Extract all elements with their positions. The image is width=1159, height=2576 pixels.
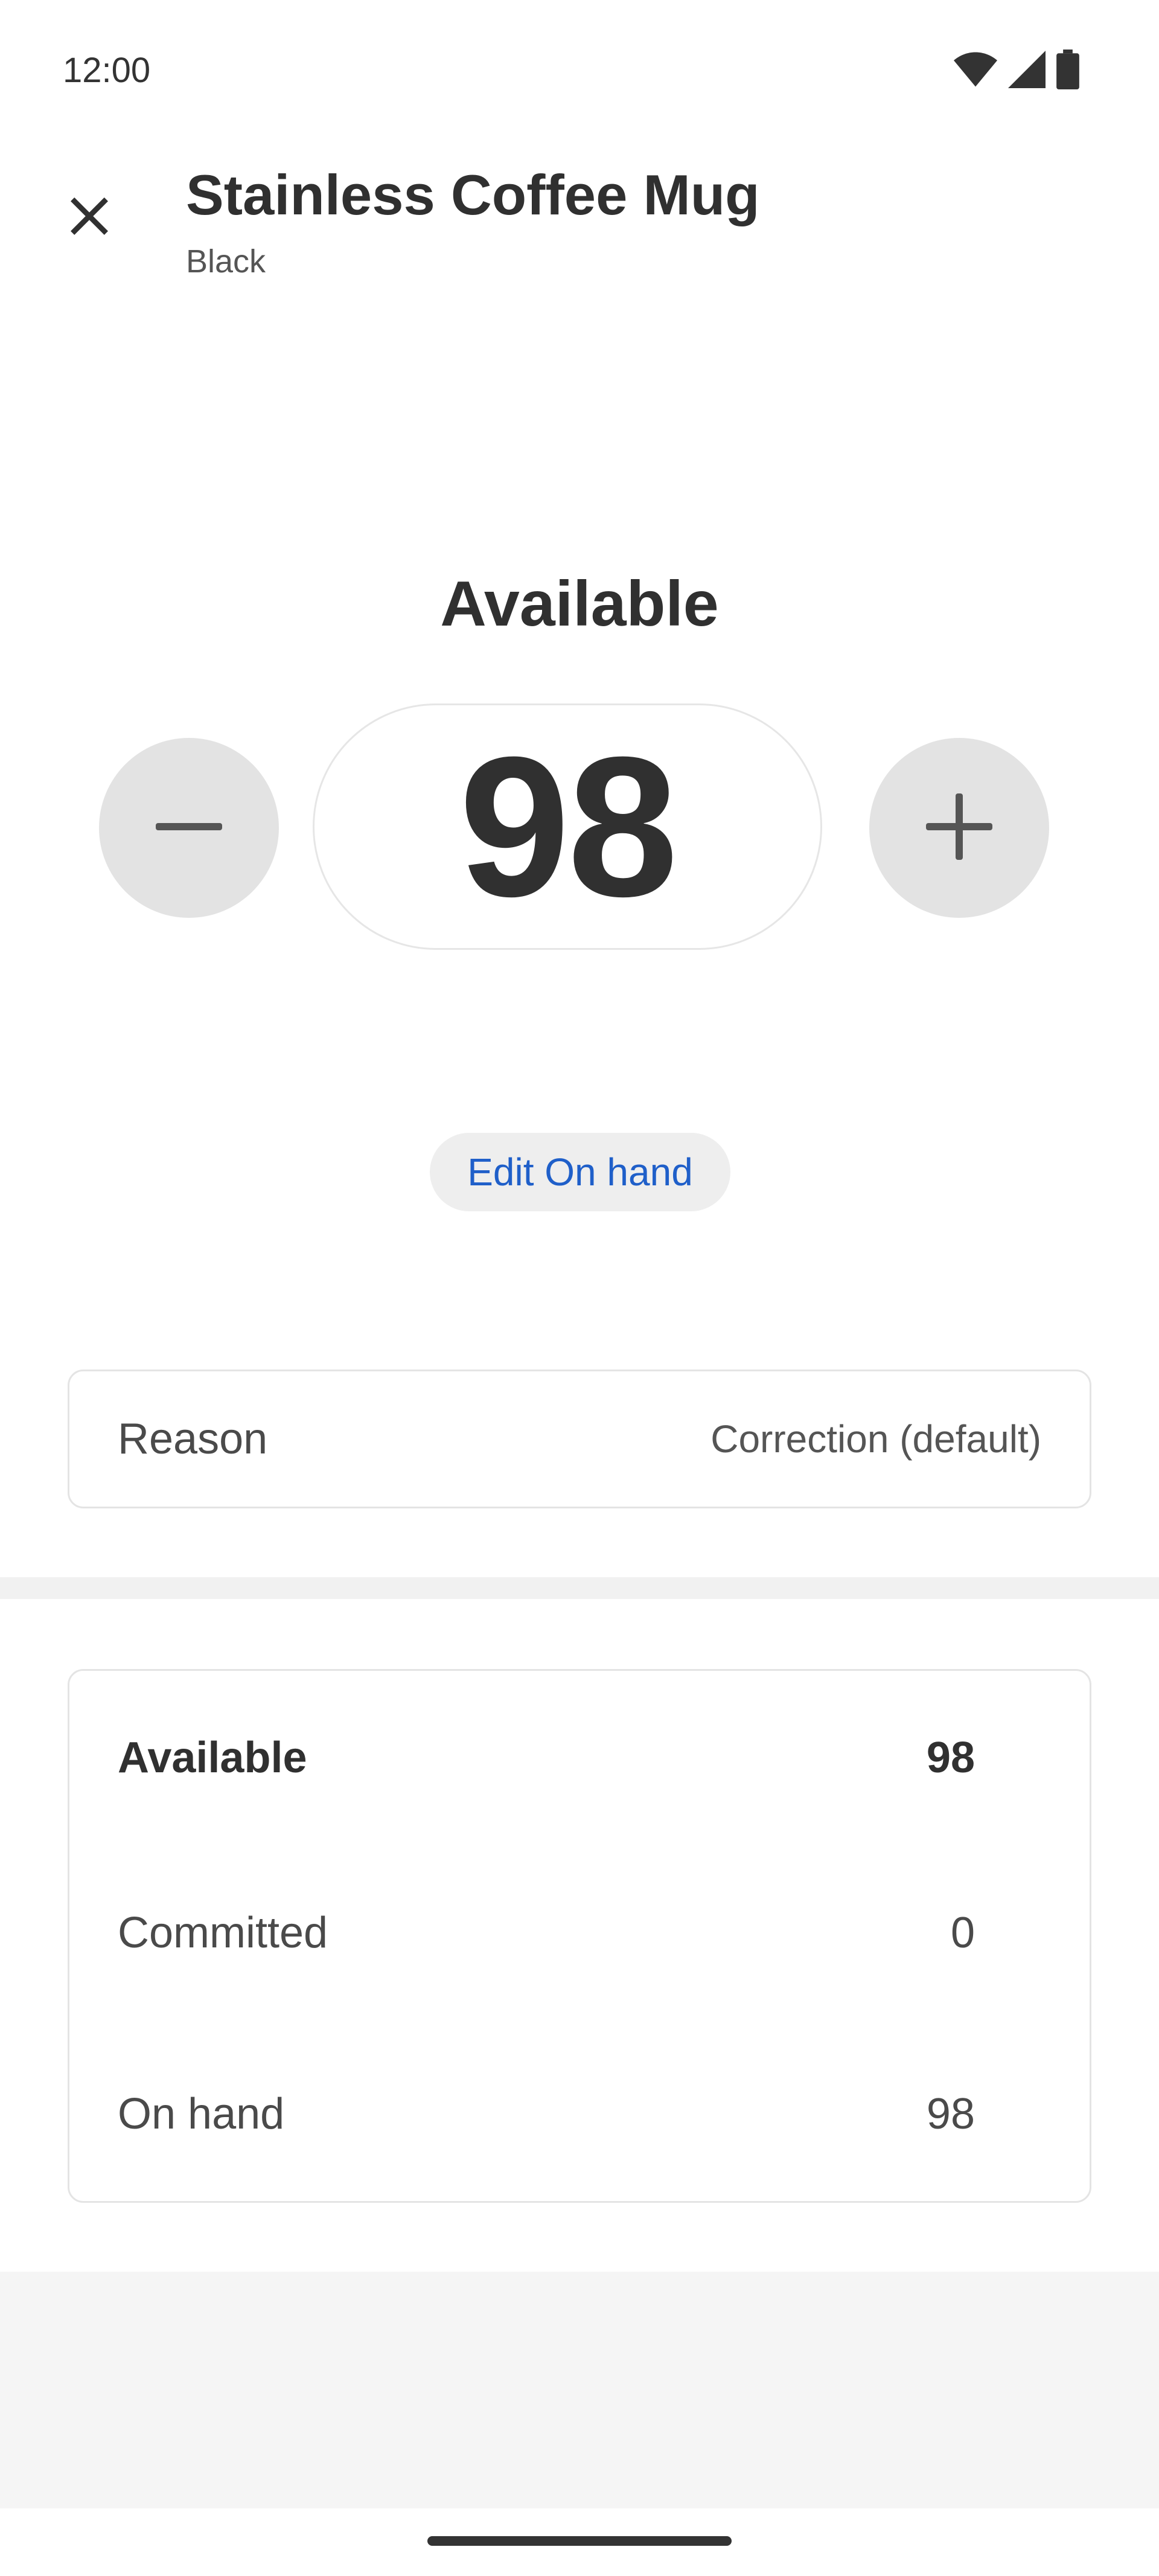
wifi-icon (954, 52, 997, 90)
increment-button[interactable] (869, 738, 1049, 918)
reason-label: Reason (118, 1415, 268, 1463)
status-time: 12:00 (63, 51, 151, 90)
summary-label: Committed (118, 1909, 328, 1957)
summary-value: 0 (950, 1909, 975, 1957)
quantity-value: 98 (459, 715, 678, 938)
section-divider (0, 1577, 1159, 1599)
summary-label: On hand (118, 2090, 285, 2138)
status-icons (954, 49, 1079, 92)
plus-icon (926, 793, 992, 863)
summary-value: 98 (926, 1734, 975, 1782)
decrement-button[interactable] (99, 738, 279, 918)
cellular-signal-icon (1008, 50, 1046, 91)
close-icon (69, 196, 109, 239)
bottom-spacer (0, 2272, 1159, 2508)
product-variant: Black (186, 243, 266, 280)
summary-label: Available (118, 1734, 307, 1782)
summary-value: 98 (926, 2090, 975, 2138)
summary-row-available: Available 98 (118, 1728, 975, 1788)
home-indicator[interactable] (427, 2536, 732, 2546)
close-button[interactable] (53, 181, 126, 254)
product-title: Stainless Coffee Mug (186, 163, 760, 226)
minus-icon (156, 821, 222, 836)
summary-row-on-hand: On hand 98 (118, 2084, 975, 2144)
edit-on-hand-button[interactable]: Edit On hand (430, 1133, 730, 1211)
quantity-field[interactable]: 98 (313, 703, 822, 950)
reason-value: Correction (default) (710, 1417, 1041, 1461)
available-heading: Available (440, 568, 719, 639)
summary-row-committed: Committed 0 (118, 1903, 975, 1963)
inventory-summary-card: Available 98 Committed 0 On hand 98 (68, 1669, 1091, 2203)
battery-icon (1056, 49, 1079, 92)
reason-selector[interactable]: Reason Correction (default) (68, 1370, 1091, 1508)
